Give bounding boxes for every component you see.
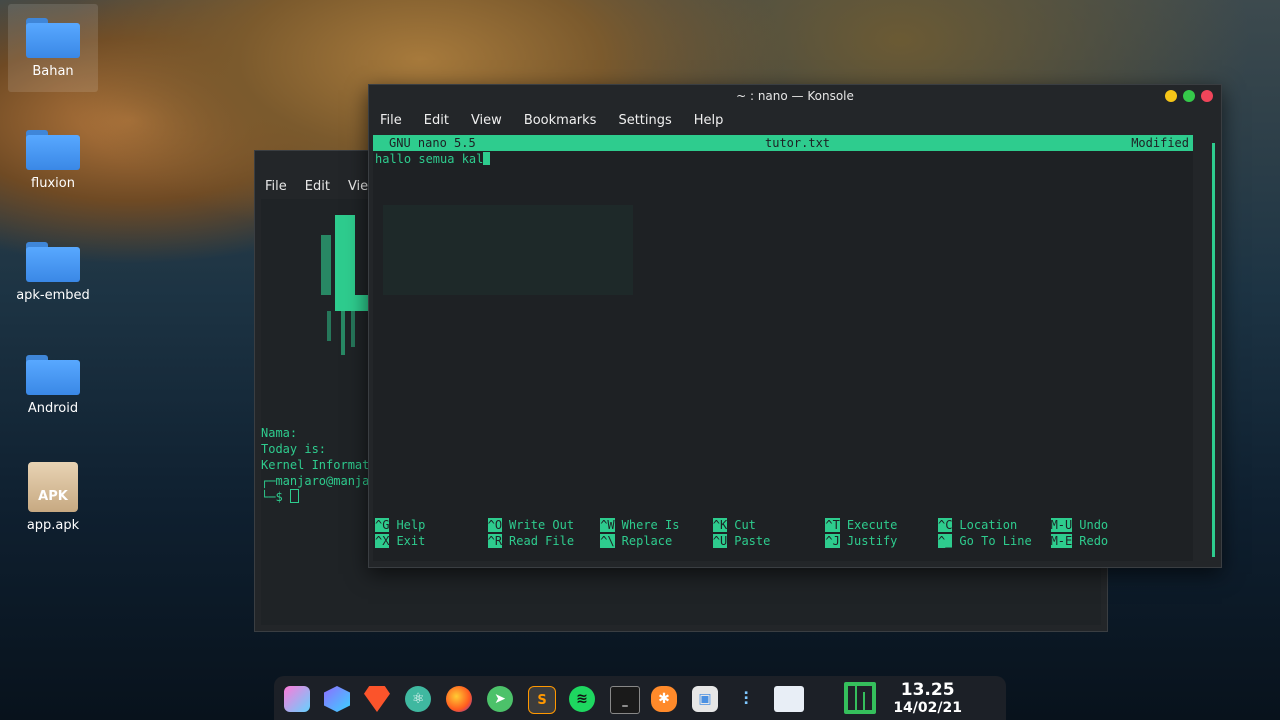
menubar: File Edit View Bookmarks Settings Help [369, 107, 1221, 135]
maximize-button[interactable] [1183, 90, 1195, 102]
folder-icon [26, 130, 80, 170]
shortcut-read-file[interactable]: ^R Read File [487, 533, 601, 549]
store-icon[interactable]: ▣ [692, 686, 718, 712]
window-titlebar[interactable]: ~ : nano — Konsole [369, 85, 1221, 107]
shortcut-where-is[interactable]: ^W Where Is [600, 517, 713, 533]
shortcut-location[interactable]: ^C Location [937, 517, 1051, 533]
shortcut-help[interactable]: ^G Help [375, 517, 488, 533]
shortcut-write-out[interactable]: ^O Write Out [487, 517, 601, 533]
shortcut-replace[interactable]: ^\ Replace [600, 533, 713, 549]
menu-file[interactable]: File [265, 179, 287, 194]
text-cursor [483, 152, 491, 165]
brave-icon[interactable] [364, 686, 390, 712]
nano-header: GNU nano 5.5 tutor.txt Modified [373, 135, 1193, 151]
dock: ⚛ ➤ S ≋ _ ✱ ▣ ⫶ 13.25 14/02/21 [274, 676, 1006, 720]
nano-modified-status: Modified [1131, 136, 1189, 150]
sublime-icon[interactable]: S [528, 686, 556, 714]
shortcut-redo[interactable]: M-E Redo [1050, 533, 1164, 549]
clock[interactable]: 13.25 14/02/21 [893, 680, 962, 716]
terminal-cursor [289, 489, 299, 503]
folder-icon [26, 242, 80, 282]
terminal-icon[interactable]: _ [610, 686, 640, 714]
apk-package-icon: APK [28, 462, 78, 512]
nano-shortcut-bar: ^G Help ^O Write Out ^W Where Is ^K Cut ^T Ex… [375, 517, 1163, 549]
pinwheel-icon[interactable]: ✱ [651, 686, 677, 712]
cube-icon[interactable] [284, 686, 310, 712]
firefox-icon[interactable] [446, 686, 472, 712]
close-button[interactable] [1201, 90, 1213, 102]
minimize-button[interactable] [1165, 90, 1177, 102]
menu-edit[interactable]: Edit [424, 113, 449, 135]
manjaro-logo-icon[interactable] [844, 682, 876, 714]
folder-icon [26, 355, 80, 395]
scrollbar[interactable] [1212, 143, 1215, 557]
folder-icon [26, 18, 80, 58]
hexagon-icon[interactable] [324, 686, 350, 712]
desktop-icon-app-apk[interactable]: APK app.apk [8, 462, 98, 533]
desktop-icon-label: Android [27, 401, 79, 416]
konsole-window[interactable]: ~ : nano — Konsole File Edit View Bookma… [368, 84, 1222, 568]
desktop-icon-label: app.apk [26, 518, 80, 533]
menu-view[interactable]: View [471, 113, 502, 135]
desktop-icon-label: fluxion [31, 176, 75, 191]
shortcut-paste[interactable]: ^U Paste [712, 533, 826, 549]
ghost-logo-decoration [383, 205, 633, 295]
menu-bookmarks[interactable]: Bookmarks [524, 113, 597, 135]
nano-filename: tutor.txt [765, 136, 831, 150]
nano-editor[interactable]: GNU nano 5.5 tutor.txt Modified hallo se… [373, 135, 1193, 561]
shortcut-cut[interactable]: ^K Cut [712, 517, 826, 533]
nano-version: GNU nano 5.5 [389, 136, 476, 150]
desktop-icon-bahan[interactable]: Bahan [8, 4, 98, 92]
clock-time: 13.25 [900, 680, 955, 700]
window-title: ~ : nano — Konsole [736, 89, 854, 103]
menu-edit[interactable]: Edit [305, 179, 330, 194]
shortcut-exit[interactable]: ^X Exit [375, 533, 488, 549]
desktop-icon-apk-embed[interactable]: apk-embed [8, 242, 98, 303]
spotify-icon[interactable]: ≋ [569, 686, 595, 712]
mixer-icon[interactable]: ⫶ [733, 686, 759, 712]
desktop-icon-label: Bahan [32, 64, 74, 79]
clock-date: 14/02/21 [893, 700, 962, 716]
menu-settings[interactable]: Settings [618, 113, 671, 135]
desktop-icon-fluxion[interactable]: fluxion [8, 130, 98, 191]
shortcut-go-to-line[interactable]: ^_ Go To Line [937, 533, 1051, 549]
desktop-icon-android[interactable]: Android [8, 355, 98, 416]
telegram-icon[interactable]: ➤ [487, 686, 513, 712]
nano-content: hallo semua kal [375, 152, 484, 166]
atom-icon[interactable]: ⚛ [405, 686, 431, 712]
desktop-icon-label: apk-embed [16, 288, 90, 303]
menu-file[interactable]: File [380, 113, 402, 135]
nano-text-area[interactable]: hallo semua kal [373, 151, 1193, 167]
shortcut-justify[interactable]: ^J Justify [825, 533, 938, 549]
shortcut-execute[interactable]: ^T Execute [825, 517, 938, 533]
terminal-output: Nama: Today is: Kernel Informat ┌─manjar… [261, 426, 370, 504]
files-icon[interactable] [774, 686, 804, 712]
menu-help[interactable]: Help [694, 113, 724, 135]
shortcut-undo[interactable]: M-U Undo [1050, 517, 1164, 533]
